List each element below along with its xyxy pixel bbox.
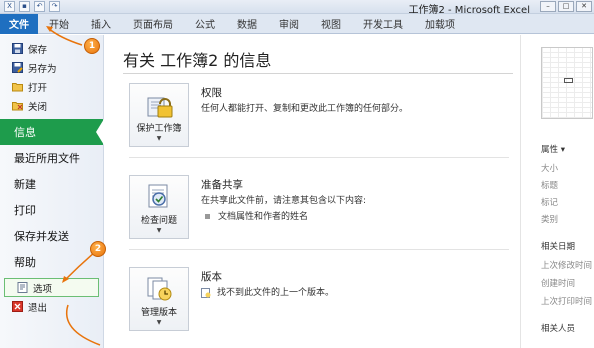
version-file-icon [201, 287, 211, 298]
nav-options[interactable]: 选项 [4, 278, 99, 297]
nav-exit-label: 退出 [28, 302, 48, 314]
dropdown-arrow-icon: ▼ [156, 227, 162, 234]
close-file-icon [12, 100, 23, 111]
callout-badge-1: 1 [84, 38, 100, 54]
properties-heading[interactable]: 属性 ▾ [541, 143, 565, 155]
lock-icon [147, 97, 173, 118]
permissions-title: 权限 [201, 87, 222, 99]
nav-options-label: 选项 [33, 283, 53, 295]
check-issues-button[interactable]: 检查问题 ▼ [129, 175, 189, 239]
nav-exit[interactable]: 退出 [0, 297, 103, 316]
dropdown-arrow-icon: ▼ [156, 135, 162, 142]
nav-help[interactable]: 帮助 [0, 249, 103, 275]
prop-title[interactable]: 标题 [541, 179, 558, 191]
tab-formulas[interactable]: 公式 [184, 14, 226, 34]
related-people-heading: 相关人员 [541, 324, 576, 334]
prepare-bullet: 文档属性和作者的姓名 [205, 209, 308, 222]
tab-insert[interactable]: 插入 [80, 14, 122, 34]
manage-versions-button[interactable]: 管理版本 ▼ [129, 267, 189, 331]
prepare-desc: 在共享此文件前，请注意其包含以下内容: [201, 196, 367, 206]
nav-save-label: 保存 [28, 44, 48, 56]
prop-size: 大小 [541, 164, 559, 174]
tab-page-layout[interactable]: 页面布局 [122, 14, 184, 34]
nav-recent[interactable]: 最近所用文件 [0, 145, 103, 171]
protect-workbook-button[interactable]: 保护工作簿 ▼ [129, 83, 189, 147]
prop-tags[interactable]: 标记 [541, 196, 558, 208]
options-icon [17, 282, 28, 293]
manage-versions-label: 管理版本 [140, 308, 177, 318]
open-folder-icon [12, 81, 23, 92]
prepare-title: 准备共享 [201, 179, 243, 191]
versions-title: 版本 [201, 271, 222, 283]
backstage-nav: 保存 另存为 打开 关闭 信息 最近所用文件 新建 打印 保存并发送 帮助 选项… [0, 35, 104, 348]
section-divider [129, 249, 509, 250]
prop-last-modified: 上次修改时间 [541, 261, 593, 271]
bullet-icon [205, 214, 210, 219]
nav-open-label: 打开 [28, 82, 48, 94]
nav-save-as[interactable]: 另存为 [0, 58, 103, 77]
properties-panel: 属性 ▾ 大小 标题 标记 类别 相关日期 上次修改时间 创建时间 上次打印时间… [520, 35, 594, 348]
versions-desc: 找不到此文件的上一个版本。 [201, 285, 501, 298]
exit-icon [12, 301, 23, 312]
tab-review[interactable]: 审阅 [268, 14, 310, 34]
tab-home[interactable]: 开始 [38, 14, 80, 34]
prop-category[interactable]: 类别 [541, 213, 558, 225]
tab-developer[interactable]: 开发工具 [352, 14, 414, 34]
prepare-bullet-text: 文档属性和作者的姓名 [218, 212, 309, 222]
protect-workbook-label: 保护工作簿 [136, 124, 182, 134]
close-icon[interactable]: ✕ [576, 1, 592, 12]
page-title: 有关 工作簿2 的信息 [123, 51, 272, 70]
nav-close-label: 关闭 [28, 101, 48, 113]
nav-info[interactable]: 信息 [0, 119, 103, 145]
nav-new[interactable]: 新建 [0, 171, 103, 197]
maximize-icon[interactable]: □ [558, 1, 574, 12]
nav-save-as-label: 另存为 [28, 63, 57, 75]
related-dates-heading: 相关日期 [541, 242, 576, 252]
permissions-desc: 任何人都能打开、复制和更改此工作簿的任何部分。 [201, 104, 409, 114]
workbook-thumbnail [541, 47, 593, 119]
section-divider [129, 157, 509, 158]
tab-data[interactable]: 数据 [226, 14, 268, 34]
info-pane: 有关 工作簿2 的信息 保护工作簿 ▼ 权限 任何人都能打开、复制和更改此工作簿… [105, 35, 520, 348]
prop-created: 创建时间 [541, 279, 576, 289]
nav-save-send[interactable]: 保存并发送 [0, 223, 103, 249]
nav-open[interactable]: 打开 [0, 77, 103, 96]
ribbon-tabs: 文件 开始 插入 页面布局 公式 数据 审阅 视图 开发工具 加载项 [0, 13, 594, 34]
tab-view[interactable]: 视图 [310, 14, 352, 34]
versions-icon [147, 277, 172, 301]
nav-print[interactable]: 打印 [0, 197, 103, 223]
title-divider [123, 73, 513, 74]
check-issues-label: 检查问题 [140, 216, 177, 226]
callout-badge-2: 2 [90, 241, 106, 257]
prop-last-printed: 上次打印时间 [541, 297, 593, 307]
tab-file[interactable]: 文件 [0, 13, 38, 34]
inspect-document-icon [148, 184, 168, 208]
nav-close[interactable]: 关闭 [0, 96, 103, 115]
tab-addins[interactable]: 加载项 [414, 14, 466, 34]
save-icon [12, 43, 23, 54]
minimize-icon[interactable]: – [540, 1, 556, 12]
dropdown-arrow-icon: ▼ [156, 319, 162, 326]
title-bar: X ▪ ↶ ↷ 工作簿2 - Microsoft Excel – □ ✕ [0, 0, 594, 16]
versions-desc-text: 找不到此文件的上一个版本。 [217, 288, 335, 298]
save-as-icon [12, 62, 23, 73]
